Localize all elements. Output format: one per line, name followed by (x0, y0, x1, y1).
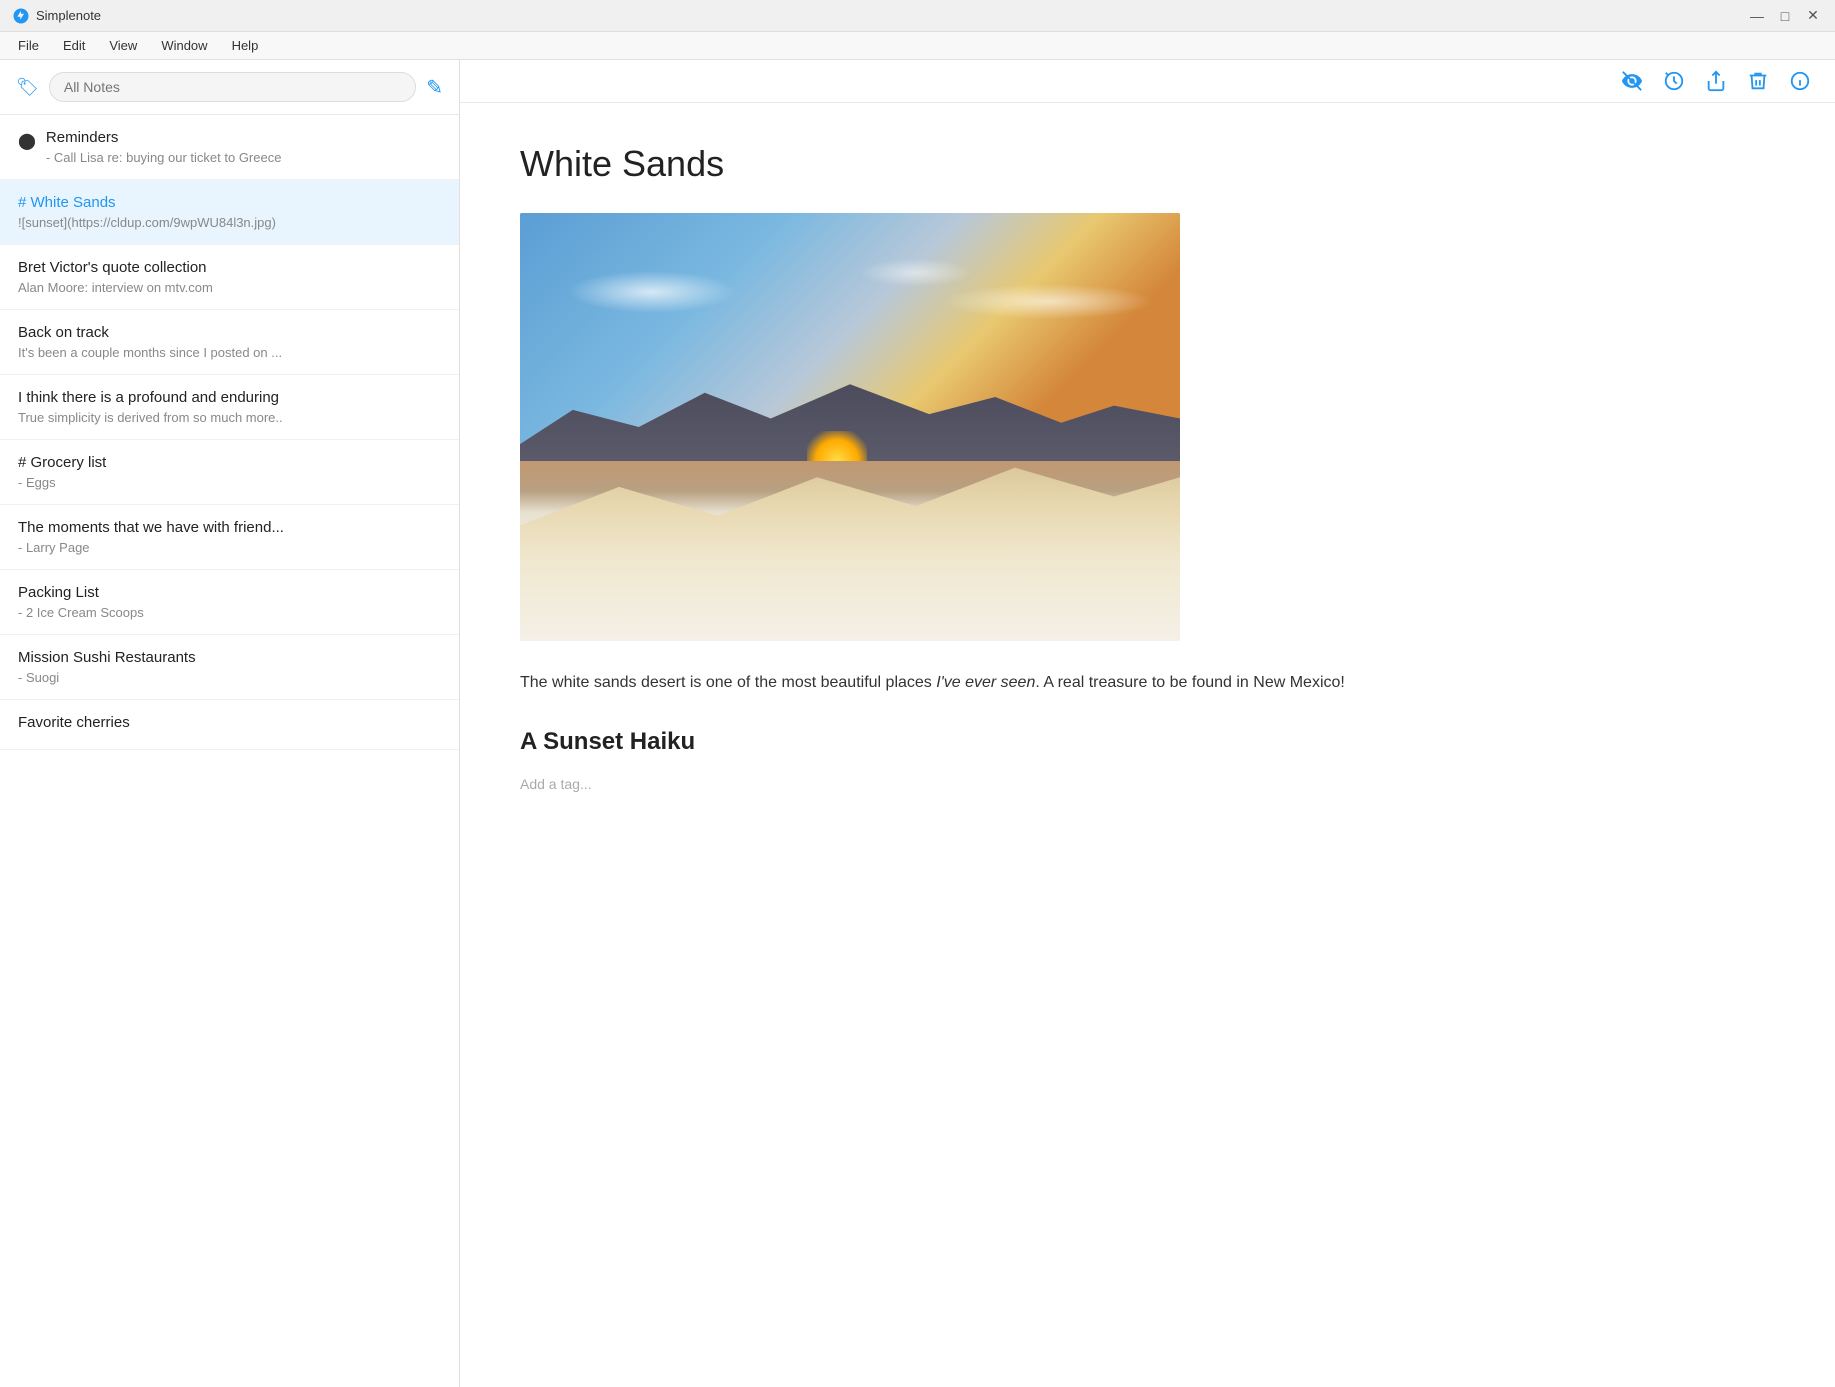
note-subtitle: ![sunset](https://cldup.com/9wpWU84l3n.j… (18, 215, 441, 230)
note-item-white-sands[interactable]: # White Sands ![sunset](https://cldup.co… (0, 180, 459, 245)
note-title: Favorite cherries (18, 714, 441, 731)
history-icon[interactable] (1663, 70, 1685, 92)
note-title: I think there is a profound and enduring (18, 389, 441, 406)
note-section-title: A Sunset Haiku (520, 728, 1775, 756)
app-name: Simplenote (36, 8, 101, 23)
note-subtitle: - Eggs (18, 475, 441, 490)
image-sun (807, 431, 867, 461)
note-item-back-on-track[interactable]: Back on track It's been a couple months … (0, 310, 459, 375)
note-item-bret-victor[interactable]: Bret Victor's quote collection Alan Moor… (0, 245, 459, 310)
sidebar-header: 🏷 ✎ (0, 60, 459, 115)
note-subtitle: It's been a couple months since I posted… (18, 345, 441, 360)
note-item-reminders[interactable]: ⬤ Reminders - Call Lisa re: buying our t… (0, 115, 459, 180)
note-subtitle: - Larry Page (18, 540, 441, 555)
app-body: 🏷 ✎ ⬤ Reminders - Call Lisa re: buying o… (0, 60, 1835, 1387)
sidebar: 🏷 ✎ ⬤ Reminders - Call Lisa re: buying o… (0, 60, 460, 1387)
note-body-before-em: The white sands desert is one of the mos… (520, 674, 936, 691)
delete-icon[interactable] (1747, 70, 1769, 92)
note-title: Mission Sushi Restaurants (18, 649, 441, 666)
note-image (520, 213, 1180, 641)
note-title: Reminders (46, 129, 282, 146)
note-item-moments[interactable]: The moments that we have with friend... … (0, 505, 459, 570)
note-item-profound[interactable]: I think there is a profound and enduring… (0, 375, 459, 440)
menu-bar: File Edit View Window Help (0, 32, 1835, 60)
menu-file[interactable]: File (8, 35, 49, 56)
share-icon[interactable] (1705, 70, 1727, 92)
maximize-button[interactable]: □ (1775, 6, 1795, 26)
note-title: Back on track (18, 324, 441, 341)
note-title: Bret Victor's quote collection (18, 259, 441, 276)
note-subtitle: Alan Moore: interview on mtv.com (18, 280, 441, 295)
note-subtitle: True simplicity is derived from so much … (18, 410, 441, 425)
note-item-packing-list[interactable]: Packing List - 2 Ice Cream Scoops (0, 570, 459, 635)
note-item-mission-sushi[interactable]: Mission Sushi Restaurants - Suogi (0, 635, 459, 700)
note-title: # White Sands (18, 194, 441, 211)
note-body: The white sands desert is one of the mos… (520, 669, 1775, 696)
note-body-em: I've ever seen (936, 674, 1035, 691)
preview-icon[interactable] (1621, 70, 1643, 92)
editor[interactable]: White Sands The white sands desert is on… (460, 103, 1835, 1387)
toolbar (460, 60, 1835, 103)
search-input[interactable] (49, 72, 416, 102)
reminders-radio[interactable]: ⬤ (18, 131, 36, 151)
menu-edit[interactable]: Edit (53, 35, 95, 56)
main-content: White Sands The white sands desert is on… (460, 60, 1835, 1387)
menu-view[interactable]: View (99, 35, 147, 56)
add-tag-field[interactable]: Add a tag... (520, 776, 1775, 792)
window-controls: — □ ✕ (1747, 6, 1823, 26)
info-icon[interactable] (1789, 70, 1811, 92)
notes-list: ⬤ Reminders - Call Lisa re: buying our t… (0, 115, 459, 1387)
note-title: The moments that we have with friend... (18, 519, 441, 536)
note-item-grocery-list[interactable]: # Grocery list - Eggs (0, 440, 459, 505)
note-subtitle: - Suogi (18, 670, 441, 685)
menu-window[interactable]: Window (151, 35, 217, 56)
note-title: # Grocery list (18, 454, 441, 471)
note-main-title: White Sands (520, 143, 1775, 185)
menu-help[interactable]: Help (222, 35, 269, 56)
note-body-after-em: . A real treasure to be found in New Mex… (1035, 674, 1345, 691)
note-title: Packing List (18, 584, 441, 601)
tag-icon[interactable]: 🏷 (16, 77, 39, 98)
title-bar: Simplenote — □ ✕ (0, 0, 1835, 32)
note-item-favorite-cherries[interactable]: Favorite cherries (0, 700, 459, 750)
minimize-button[interactable]: — (1747, 6, 1767, 26)
close-button[interactable]: ✕ (1803, 6, 1823, 26)
note-subtitle: - 2 Ice Cream Scoops (18, 605, 441, 620)
app-icon (12, 7, 30, 25)
note-subtitle: - Call Lisa re: buying our ticket to Gre… (46, 150, 282, 165)
image-sand (520, 448, 1180, 641)
app-logo: Simplenote (12, 7, 101, 25)
new-note-button[interactable]: ✎ (426, 75, 443, 100)
